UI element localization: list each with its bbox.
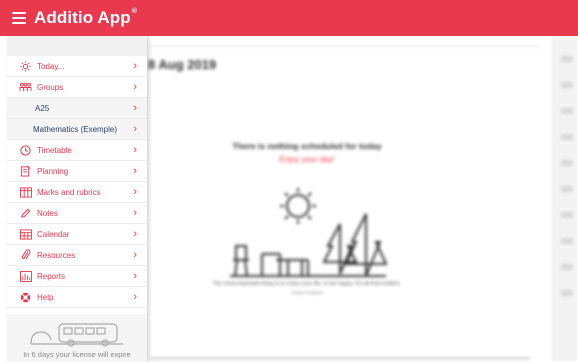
chevron-right-icon: › [133,207,137,219]
sidebar-item-label: Mathematics (Exemple) [33,124,118,134]
quote-text: The most important thing is to enjoy you… [212,281,402,287]
chevron-right-icon: › [133,186,137,198]
right-column [552,36,578,362]
divider [150,358,530,359]
clock-icon [19,144,32,157]
empty-state-subtitle: Enjoy your day! [279,155,335,164]
sidebar-item-today[interactable]: Today... › [7,56,147,77]
lifebuoy-icon [19,291,32,304]
chevron-right-icon: › [133,144,137,156]
bus-icon [30,323,123,347]
sidebar-subitem-mathematics[interactable]: Mathematics (Exemple) › [7,119,147,140]
sidebar-drawer: Today... › Groups › A25 › Mathematics (E… [7,36,147,362]
groups-icon [19,81,32,94]
chevron-right-icon: › [133,165,137,177]
sidebar-item-label: Marks and rubrics [37,187,101,197]
chevron-right-icon: › [133,228,137,240]
empty-state-title: There is nothing scheduled for today [232,141,382,151]
drawer-header [7,36,147,56]
sidebar-item-label: Reports [37,271,66,281]
chevron-right-icon: › [133,102,137,114]
license-footer: In 6 days your license will expire [7,314,147,362]
paperclip-icon [19,249,32,262]
chart-icon [19,270,32,283]
sidebar-item-calendar[interactable]: Calendar › [7,224,147,245]
sidebar-item-label: Notes [37,208,58,218]
chevron-right-icon: › [133,123,137,135]
license-expiry-text: In 6 days your license will expire [23,350,131,359]
date-label: 8 Aug 2019 [148,57,217,72]
sidebar-item-label: Resources [37,250,76,260]
sidebar-item-label: A25 [35,103,50,113]
menu-icon[interactable] [12,12,26,24]
planning-icon [19,165,32,178]
grades-icon [19,186,32,199]
chevron-right-icon: › [133,60,137,72]
sidebar-item-marks[interactable]: Marks and rubrics › [7,182,147,203]
sun-icon [19,60,32,73]
app-header: Additio App® [0,0,578,36]
sidebar-item-notes[interactable]: Notes › [7,203,147,224]
quote-author: Audrey Hepburn [290,290,324,295]
sidebar-item-label: Today... [37,61,65,71]
sidebar-item-planning[interactable]: Planning › [7,161,147,182]
pencil-icon [19,207,32,220]
sidebar-subitem-a25[interactable]: A25 › [7,98,147,119]
sidebar-item-groups[interactable]: Groups › [7,77,147,98]
sidebar-item-label: Help [37,292,54,302]
chevron-right-icon: › [133,270,137,282]
divider [150,46,540,47]
sidebar-item-label: Timetable [37,145,72,155]
sidebar-item-help[interactable]: Help › [7,287,147,308]
sidebar-item-label: Groups [37,82,64,92]
chevron-right-icon: › [133,81,137,93]
sidebar-item-label: Planning [37,166,69,176]
sidebar-item-label: Calendar [37,229,70,239]
sidebar-item-timetable[interactable]: Timetable › [7,140,147,161]
app-title: Additio App® [34,8,138,27]
chevron-right-icon: › [133,249,137,261]
calendar-icon [19,228,32,241]
sidebar-item-reports[interactable]: Reports › [7,266,147,287]
chevron-right-icon: › [133,291,137,303]
sidebar-item-resources[interactable]: Resources › [7,245,147,266]
outdoor-scene-illustration [230,188,388,277]
